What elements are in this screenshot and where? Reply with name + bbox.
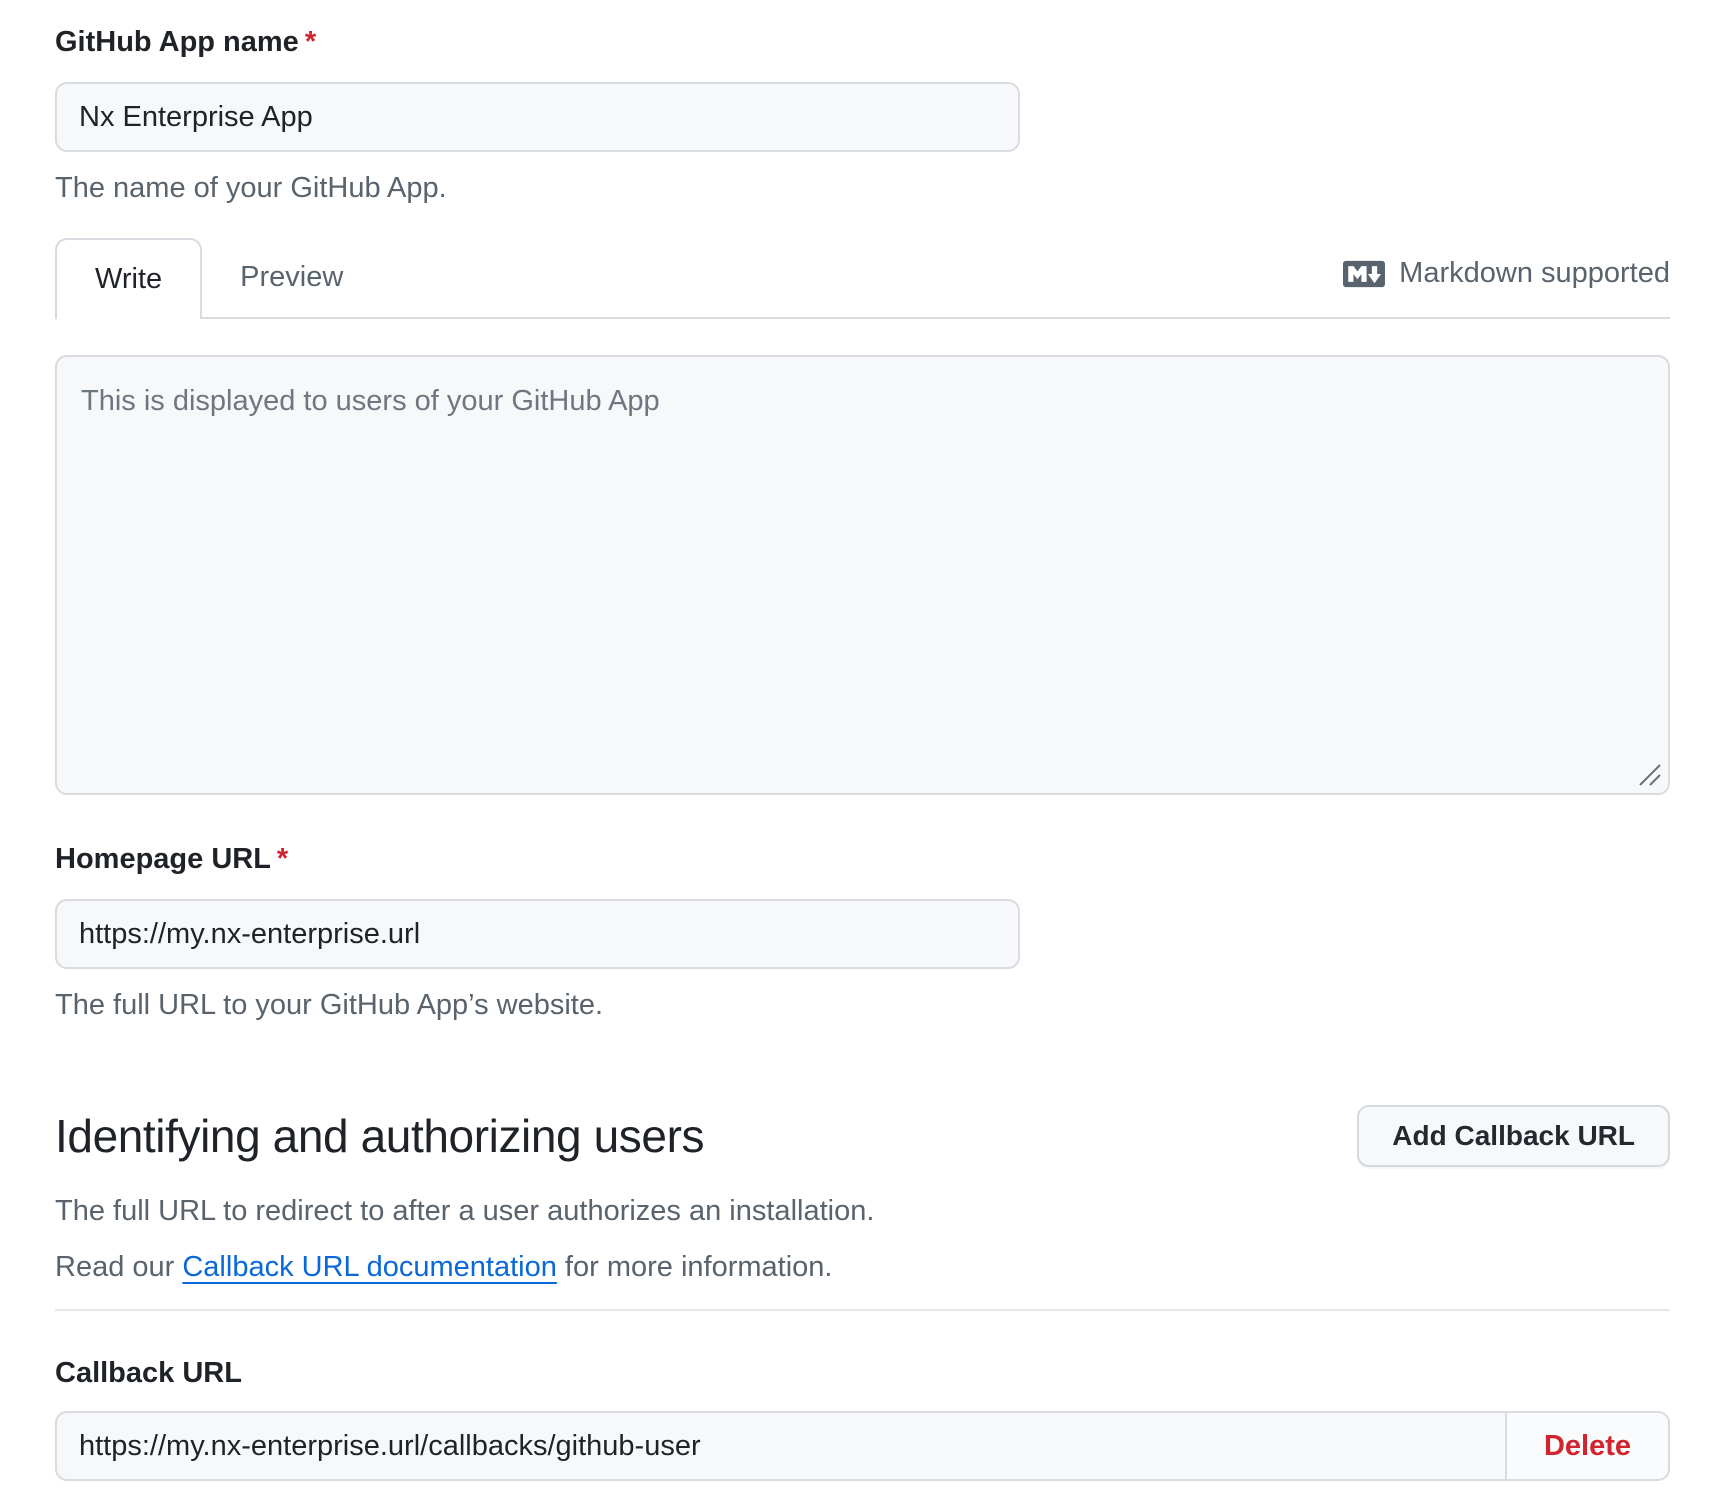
tab-write[interactable]: Write xyxy=(55,238,202,319)
callback-doc-line: Read our Callback URL documentation for … xyxy=(55,1249,1670,1285)
delete-callback-button[interactable]: Delete xyxy=(1505,1411,1670,1481)
required-asterisk: * xyxy=(305,26,316,58)
app-name-help: The name of your GitHub App. xyxy=(55,170,1670,206)
identifying-section-description: The full URL to redirect to after a user… xyxy=(55,1193,1670,1229)
description-tabnav: Write Preview Markdown supported xyxy=(55,238,1670,319)
app-name-label-text: GitHub App name xyxy=(55,26,299,58)
callback-url-input[interactable] xyxy=(55,1411,1505,1481)
github-app-settings-form: GitHub App name* The name of your GitHub… xyxy=(0,0,1726,1496)
description-textarea[interactable] xyxy=(55,355,1670,795)
homepage-url-label: Homepage URL* xyxy=(55,839,1670,879)
markdown-icon xyxy=(1343,253,1385,295)
homepage-url-input[interactable] xyxy=(55,899,1020,969)
callback-url-documentation-link[interactable]: Callback URL documentation xyxy=(182,1251,557,1283)
markdown-supported-label: Markdown supported xyxy=(1399,257,1670,290)
callback-doc-prefix: Read our xyxy=(55,1251,182,1283)
identifying-section-header: Identifying and authorizing users Add Ca… xyxy=(55,1105,1670,1167)
identifying-section-title: Identifying and authorizing users xyxy=(55,1107,704,1165)
add-callback-url-button[interactable]: Add Callback URL xyxy=(1357,1105,1670,1167)
section-divider xyxy=(55,1309,1670,1311)
callback-url-label: Callback URL xyxy=(55,1353,1670,1393)
callback-doc-suffix: for more information. xyxy=(557,1251,833,1283)
homepage-url-label-text: Homepage URL xyxy=(55,843,271,875)
homepage-url-help: The full URL to your GitHub App’s websit… xyxy=(55,987,1670,1023)
callback-url-group: Delete xyxy=(55,1411,1670,1481)
resize-handle-icon[interactable] xyxy=(1636,761,1662,787)
app-name-input[interactable] xyxy=(55,82,1020,152)
description-field-wrap xyxy=(55,355,1670,795)
markdown-supported-note: Markdown supported xyxy=(1343,238,1670,317)
app-name-label: GitHub App name* xyxy=(55,22,1670,62)
required-asterisk: * xyxy=(277,843,288,875)
tab-preview[interactable]: Preview xyxy=(202,238,381,317)
